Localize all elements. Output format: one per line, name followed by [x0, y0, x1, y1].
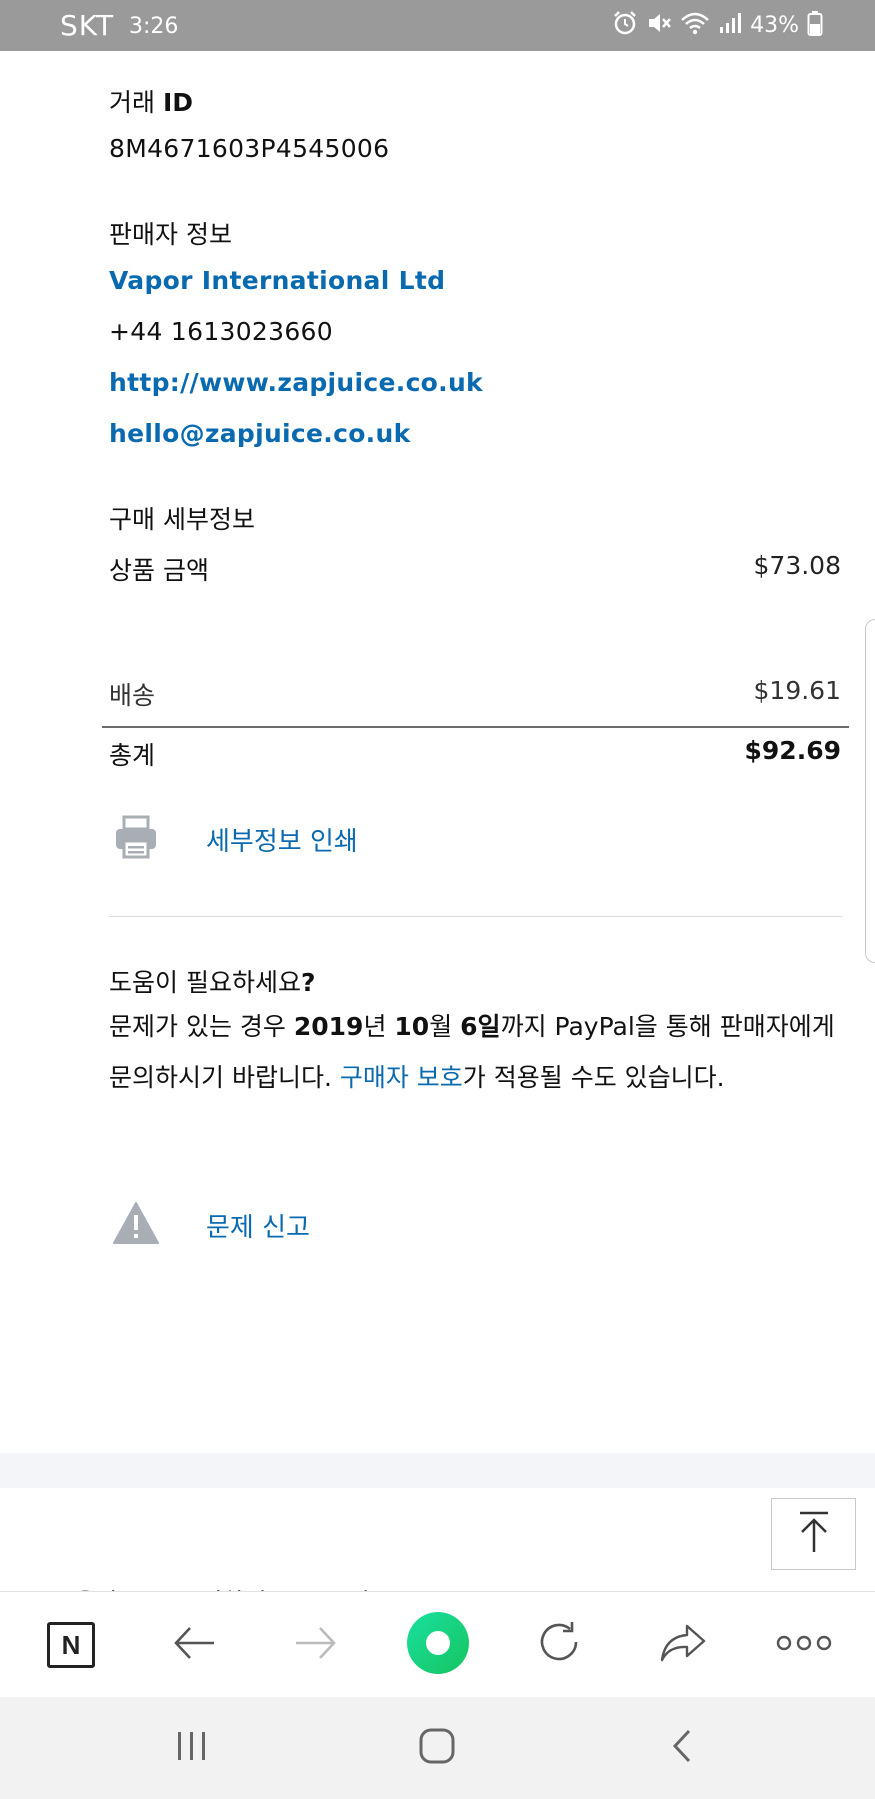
recent-apps-button[interactable]: [162, 1723, 222, 1773]
buyer-protection-link[interactable]: 구매자 보호: [340, 1063, 463, 1092]
help-heading-text: 도움이 필요하세요: [109, 968, 301, 997]
arrow-up-icon: [794, 1510, 834, 1558]
seller-name-link[interactable]: Vapor International Ltd: [109, 266, 445, 295]
footer-links: 도움말 문의하기 보안: [52, 1582, 371, 1591]
footer-separator: [0, 1453, 875, 1488]
seller-info-heading: 판매자 정보: [109, 220, 232, 249]
purchase-details-heading: 구매 세부정보: [109, 505, 255, 534]
report-problem-label: 문제 신고: [206, 1212, 310, 1243]
back-icon: [670, 1728, 694, 1768]
more-icon: [776, 1633, 832, 1657]
alarm-icon: [612, 10, 638, 40]
refresh-icon: [537, 1620, 583, 1670]
forward-button[interactable]: [283, 1612, 349, 1678]
status-bar: SKT 3:26 43%: [0, 0, 875, 51]
naver-n-icon: N: [47, 1622, 95, 1668]
warning-icon: [112, 1201, 160, 1249]
help-heading: 도움이 필요하세요?: [109, 963, 315, 999]
back-button[interactable]: [161, 1612, 227, 1678]
signal-icon: [718, 11, 742, 39]
forward-arrow-icon: [294, 1623, 338, 1667]
carrier-name: SKT: [60, 9, 115, 42]
help-text-6: 가 적용될 수도 있습니다.: [462, 1063, 725, 1092]
recent-apps-icon: [175, 1730, 209, 1766]
help-paragraph: 문제가 있는 경우 2019년 10월 6일까지 PayPal을 통해 판매자에…: [109, 1001, 849, 1103]
help-text-2: 년: [363, 1012, 395, 1041]
system-back-button[interactable]: [652, 1723, 712, 1773]
total-divider: [102, 726, 849, 728]
more-button[interactable]: [771, 1612, 837, 1678]
print-details-label: 세부정보 인쇄: [206, 826, 358, 857]
footer-link-security[interactable]: 보안: [327, 1582, 371, 1591]
seller-email-link[interactable]: hello@zapjuice.co.uk: [109, 419, 411, 448]
back-arrow-icon: [172, 1623, 216, 1667]
refresh-button[interactable]: [527, 1612, 593, 1678]
seller-phone: +44 1613023660: [109, 317, 333, 346]
transaction-id-label-text: 거래: [109, 88, 163, 117]
item-amount-value: $73.08: [753, 551, 841, 580]
transaction-id-label: 거래 ID: [109, 83, 193, 119]
transaction-details: 거래 ID 8M4671603P4545006 판매자 정보 Vapor Int…: [0, 51, 875, 1453]
help-text-3: 월: [429, 1012, 461, 1041]
section-divider: [109, 916, 842, 917]
report-problem-button[interactable]: 문제 신고: [112, 1201, 310, 1249]
help-text-4: 일: [477, 1012, 501, 1041]
item-amount-label: 상품 금액: [109, 556, 209, 585]
print-details-button[interactable]: 세부정보 인쇄: [112, 813, 358, 865]
page-footer: 도움말 문의하기 보안: [0, 1488, 875, 1591]
total-label: 총계: [109, 741, 156, 770]
printer-icon: [112, 813, 160, 865]
scroll-to-top-button[interactable]: [771, 1498, 856, 1570]
side-scroll-handle[interactable]: [865, 619, 875, 963]
green-home-button[interactable]: [405, 1612, 471, 1678]
share-button[interactable]: [650, 1612, 716, 1678]
status-time: 3:26: [129, 14, 179, 39]
status-icons: 43%: [612, 10, 823, 40]
footer-link-contact[interactable]: 문의하기: [178, 1582, 266, 1591]
naver-n-button[interactable]: N: [38, 1612, 104, 1678]
battery-icon: [807, 10, 823, 40]
seller-website-link[interactable]: http://www.zapjuice.co.uk: [109, 368, 483, 397]
system-navigation-bar: [0, 1697, 875, 1799]
help-text-1: 문제가 있는 경우: [109, 1012, 294, 1041]
footer-link-help[interactable]: 도움말: [52, 1582, 118, 1591]
shipping-amount: $19.61: [753, 676, 841, 705]
wifi-icon: [680, 10, 710, 40]
browser-toolbar: N: [0, 1591, 875, 1697]
total-amount: $92.69: [744, 736, 841, 765]
help-date-month: 10: [394, 1012, 430, 1041]
home-icon: [418, 1727, 456, 1769]
home-button[interactable]: [407, 1723, 467, 1773]
help-date-day: 6: [460, 1012, 478, 1041]
help-heading-mark: ?: [300, 968, 316, 997]
share-icon: [659, 1623, 707, 1667]
mute-icon: [646, 10, 672, 40]
shipping-label: 배송: [109, 681, 156, 710]
transaction-id-value: 8M4671603P4545006: [109, 134, 390, 163]
help-date-year: 2019: [293, 1012, 364, 1041]
green-home-icon: [406, 1611, 470, 1679]
transaction-id-label-bold: ID: [162, 88, 194, 117]
battery-percent: 43%: [750, 12, 799, 38]
